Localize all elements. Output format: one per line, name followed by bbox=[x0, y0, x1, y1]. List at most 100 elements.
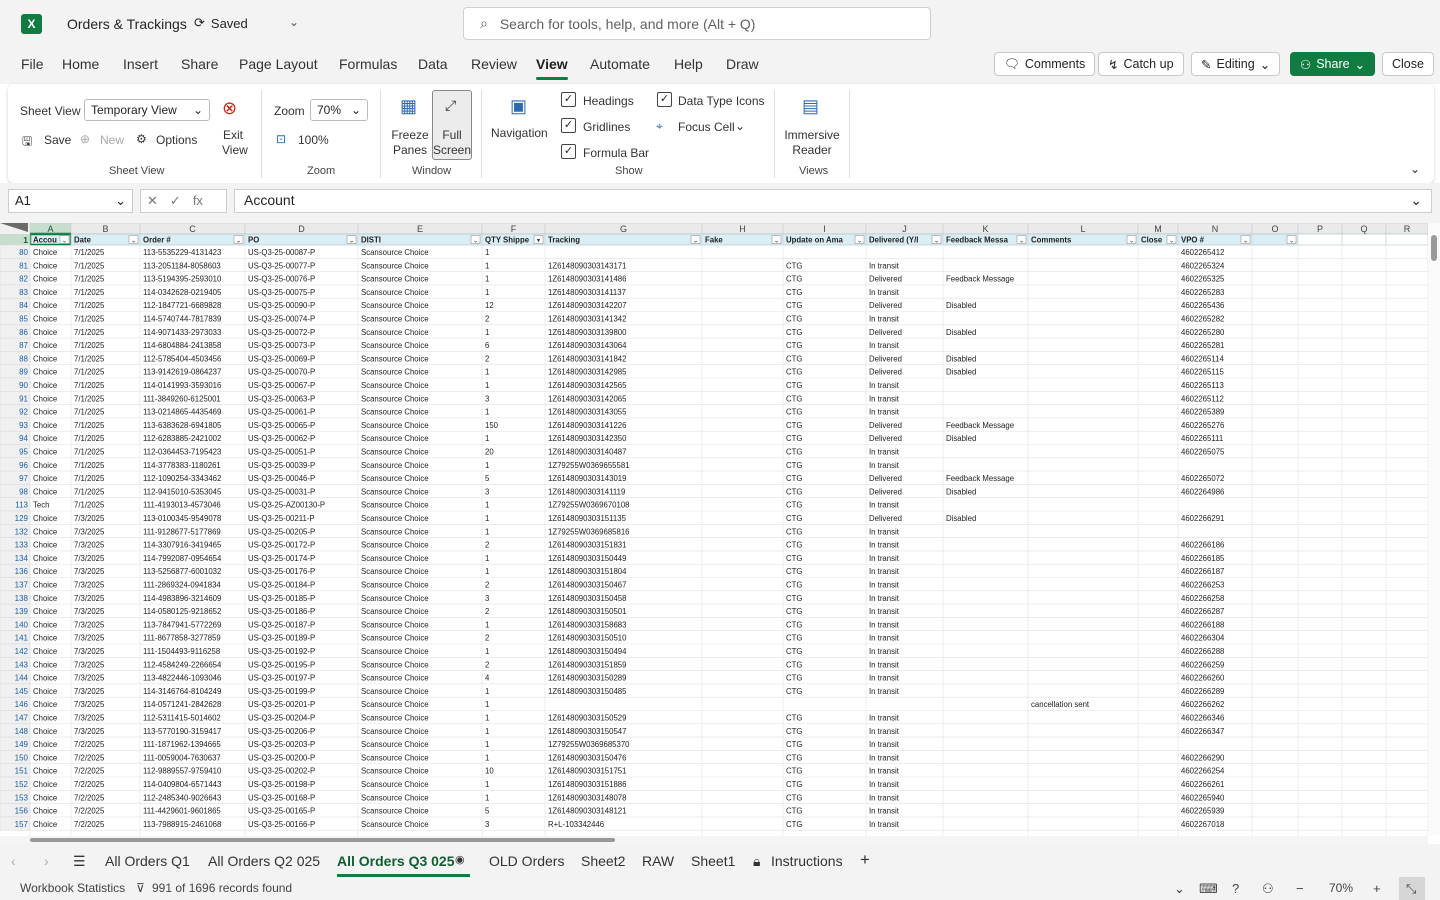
help-icon[interactable]: ? bbox=[1232, 881, 1239, 896]
zoom-100-button[interactable]: 100% bbox=[298, 133, 329, 147]
vertical-scrollbar[interactable] bbox=[1428, 223, 1440, 835]
cell-value: Choice bbox=[33, 634, 57, 643]
horizontal-scroll-thumb[interactable] bbox=[30, 838, 615, 842]
add-sheet-icon[interactable]: + bbox=[860, 850, 870, 870]
menu-file[interactable]: File bbox=[21, 56, 44, 72]
close-button[interactable]: Close bbox=[1382, 52, 1434, 76]
cell-value: US-Q3-25-00073-P bbox=[248, 341, 315, 350]
vertical-scroll-thumb[interactable] bbox=[1431, 235, 1437, 261]
cell-value: 1 bbox=[485, 554, 489, 563]
menu-page-layout[interactable]: Page Layout bbox=[239, 56, 318, 72]
data-type-icons-checkbox[interactable]: ✓ bbox=[657, 92, 672, 107]
immersive-reader-button[interactable]: Immersive Reader bbox=[782, 128, 842, 158]
formula-bar-checkbox[interactable]: ✓ bbox=[561, 144, 576, 159]
cancel-icon[interactable]: ✕ bbox=[147, 193, 158, 209]
focus-cell-icon[interactable]: ⌖ bbox=[656, 119, 663, 134]
cell-value: 1Z6148090303150467 bbox=[548, 581, 626, 590]
freeze-panes-icon[interactable]: ▦ bbox=[400, 96, 417, 117]
column-letter-n: N bbox=[1212, 224, 1219, 234]
search-input[interactable]: ⌕ Search for tools, help, and more (Alt … bbox=[463, 7, 931, 40]
chevron-down-icon[interactable]: ⌄ bbox=[1174, 881, 1185, 897]
name-box[interactable]: A1 ⌄ bbox=[8, 189, 133, 213]
gear-icon[interactable]: ⚙ bbox=[136, 132, 147, 146]
tab-raw[interactable]: RAW bbox=[642, 853, 674, 869]
exit-view-button[interactable]: Exit View bbox=[222, 128, 248, 158]
row-number: 144 bbox=[15, 674, 29, 683]
menu-review[interactable]: Review bbox=[471, 56, 517, 72]
tab-all-orders-q1[interactable]: All Orders Q1 bbox=[105, 853, 190, 869]
formula-input[interactable]: Account ⌄ bbox=[234, 189, 1432, 213]
menu-help[interactable]: Help bbox=[674, 56, 703, 72]
menu-automate[interactable]: Automate bbox=[590, 56, 650, 72]
zoom-in-icon[interactable]: + bbox=[1373, 881, 1381, 896]
catch-up-button[interactable]: ↯ Catch up bbox=[1098, 52, 1184, 76]
cell-value: Scansource Choice bbox=[361, 474, 429, 483]
share-button[interactable]: ⚇ Share ⌄ bbox=[1290, 52, 1376, 76]
zoom-level[interactable]: 70% bbox=[1329, 881, 1353, 895]
menu-data[interactable]: Data bbox=[418, 56, 448, 72]
insert-function-icon[interactable]: fx bbox=[193, 193, 203, 209]
zoom-dropdown[interactable]: 70% ⌄ bbox=[310, 99, 368, 121]
filter-chevron-icon: ⌄ bbox=[693, 238, 699, 245]
menu-home[interactable]: Home bbox=[62, 56, 99, 72]
all-sheets-menu-icon[interactable]: ☰ bbox=[73, 853, 86, 870]
share-label: Share bbox=[1316, 57, 1350, 71]
gridlines-checkbox[interactable]: ✓ bbox=[561, 118, 576, 133]
tab-all-orders-q2[interactable]: All Orders Q2 025 bbox=[208, 853, 320, 869]
sheet-view-dropdown[interactable]: Temporary View ⌄ bbox=[84, 99, 210, 121]
full-screen-button[interactable]: ⤢ Full Screen bbox=[432, 90, 472, 160]
menu-formulas[interactable]: Formulas bbox=[339, 56, 397, 72]
header-cell[interactable] bbox=[1385, 233, 1428, 246]
header-cell[interactable] bbox=[1341, 233, 1387, 246]
new-view-button: New bbox=[100, 133, 125, 147]
headings-checkbox[interactable]: ✓ bbox=[561, 92, 576, 107]
menu-view[interactable]: View bbox=[536, 56, 568, 72]
cell-value: In transit bbox=[869, 634, 900, 643]
save-view-button[interactable]: Save bbox=[44, 133, 71, 147]
comments-button[interactable]: 🗨 Comments bbox=[994, 52, 1096, 76]
header-cell[interactable] bbox=[244, 233, 359, 246]
zoom-100-icon[interactable]: ⊡ bbox=[276, 132, 286, 146]
navigation-icon[interactable]: ▣ bbox=[510, 96, 527, 117]
menu-insert[interactable]: Insert bbox=[123, 56, 158, 72]
row-number: 146 bbox=[15, 700, 29, 709]
cell-value: 1Z6148090303140487 bbox=[548, 448, 626, 457]
zoom-out-icon[interactable]: − bbox=[1296, 881, 1304, 896]
fit-screen-button[interactable]: ⤡ bbox=[1399, 877, 1425, 900]
zoom-group-label: Zoom bbox=[307, 165, 336, 177]
freeze-panes-button[interactable]: Freeze Panes bbox=[389, 128, 431, 158]
tab-all-orders-q3[interactable]: All Orders Q3 025 bbox=[337, 853, 455, 869]
header-cell[interactable] bbox=[1297, 233, 1343, 246]
menu-share[interactable]: Share bbox=[181, 56, 218, 72]
collapse-ribbon-icon[interactable]: ⌄ bbox=[1410, 162, 1420, 176]
scroll-tabs-left-icon[interactable]: ‹ bbox=[11, 853, 16, 869]
keyboard-icon[interactable]: ⌨ bbox=[1199, 881, 1218, 897]
horizontal-scrollbar[interactable] bbox=[0, 836, 1428, 844]
grid-canvas[interactable]: A B C D E F G H I J K L M N O P Q R 1 Accou ⌄ Date ⌄ Order # ⌄ PO… bbox=[0, 223, 1428, 837]
cell-value: 4602265112 bbox=[1181, 394, 1224, 403]
tab-instructions[interactable]: Instructions bbox=[771, 853, 843, 869]
navigation-button[interactable]: Navigation bbox=[491, 126, 548, 140]
cell-value: US-Q3-25-00211-P bbox=[248, 514, 315, 523]
cell-value: In transit bbox=[869, 620, 900, 629]
options-button[interactable]: Options bbox=[156, 133, 197, 147]
tab-sheet1[interactable]: Sheet1 bbox=[691, 853, 735, 869]
menu-draw[interactable]: Draw bbox=[726, 56, 759, 72]
chevron-down-icon[interactable]: ⌄ bbox=[289, 15, 299, 29]
tab-sheet2[interactable]: Sheet2 bbox=[581, 853, 625, 869]
row-number: 151 bbox=[15, 767, 29, 776]
scroll-tabs-right-icon[interactable]: › bbox=[44, 853, 49, 869]
workbook-statistics[interactable]: Workbook Statistics bbox=[20, 881, 125, 895]
save-icon[interactable]: 🖫 bbox=[22, 132, 32, 153]
focus-cell-button[interactable]: Focus Cell bbox=[678, 120, 735, 134]
enter-icon[interactable]: ✓ bbox=[170, 193, 181, 209]
cell-value: In transit bbox=[869, 793, 900, 802]
feedback-icon[interactable]: ⚇ bbox=[1262, 881, 1274, 897]
editing-button[interactable]: ✎ Editing ⌄ bbox=[1191, 52, 1281, 76]
tab-old-orders[interactable]: OLD Orders bbox=[489, 853, 564, 869]
immersive-reader-icon[interactable]: ▤ bbox=[802, 96, 819, 117]
spreadsheet-grid[interactable]: A B C D E F G H I J K L M N O P Q R 1 Accou ⌄ Date ⌄ Order # ⌄ PO… bbox=[0, 223, 1440, 837]
exit-view-icon[interactable]: ⊗ bbox=[222, 98, 237, 119]
cell-value: US-Q3-25-00204-P bbox=[248, 714, 315, 723]
document-title[interactable]: Orders & Trackings bbox=[67, 16, 187, 32]
